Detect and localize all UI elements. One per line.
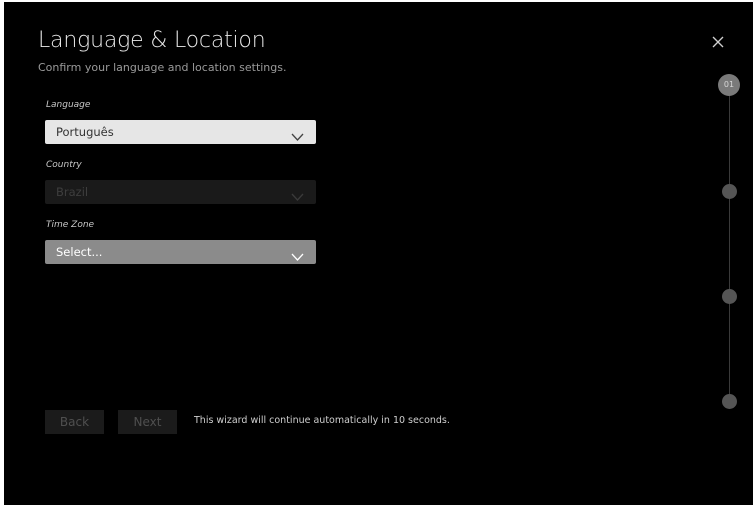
step-rail bbox=[729, 86, 730, 404]
close-icon[interactable] bbox=[711, 34, 725, 48]
auto-continue-message: This wizard will continue automatically … bbox=[194, 415, 450, 426]
time-zone-value: Select... bbox=[56, 245, 103, 259]
next-button[interactable]: Next bbox=[118, 410, 177, 434]
language-value: Português bbox=[56, 125, 114, 139]
back-button[interactable]: Back bbox=[45, 410, 104, 434]
step-indicator bbox=[722, 289, 737, 304]
page-subtitle: Confirm your language and location setti… bbox=[38, 61, 287, 74]
time-zone-dropdown[interactable]: Select... bbox=[45, 240, 316, 264]
time-zone-label: Time Zone bbox=[46, 220, 95, 230]
country-value: Brazil bbox=[56, 185, 89, 199]
country-label: Country bbox=[46, 160, 82, 170]
language-dropdown[interactable]: Português bbox=[45, 120, 316, 144]
step-indicator-current: 01 bbox=[718, 74, 740, 96]
page-title: Language & Location bbox=[38, 28, 266, 53]
country-dropdown: Brazil bbox=[45, 180, 316, 204]
step-indicator bbox=[722, 184, 737, 199]
chevron-down-icon bbox=[291, 246, 304, 261]
language-label: Language bbox=[46, 100, 91, 110]
wizard-screen: Language & Location Confirm your languag… bbox=[4, 2, 753, 505]
chevron-down-icon bbox=[291, 126, 304, 141]
chevron-down-icon bbox=[291, 186, 304, 201]
step-indicator bbox=[722, 394, 737, 409]
